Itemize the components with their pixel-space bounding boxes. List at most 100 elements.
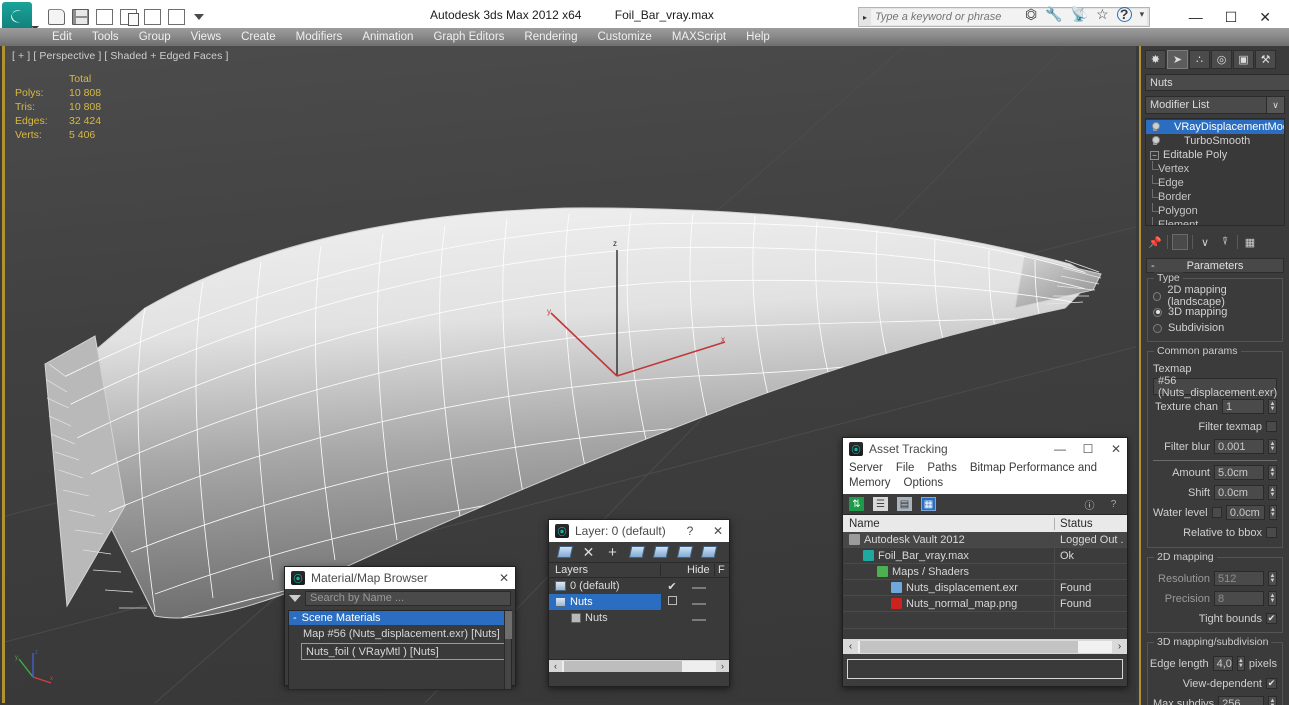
edge-length-spinner[interactable]: ▲ ▼ <box>1236 656 1245 671</box>
resolution-input[interactable]: 512 <box>1214 571 1264 586</box>
configure-modifier-sets-icon[interactable]: ▦ <box>1242 234 1258 250</box>
table-row[interactable]: Nuts <box>549 610 729 626</box>
scene-materials-group-header[interactable]: - Scene Materials <box>289 611 511 625</box>
show-end-result-icon[interactable] <box>1172 234 1188 250</box>
asset-grid[interactable]: Name Status Autodesk Vault 2012 Logged Ou… <box>843 514 1127 629</box>
table-row-selected[interactable]: Nuts <box>549 594 729 610</box>
help-icon[interactable]: ? <box>1116 7 1132 22</box>
texmap-button[interactable]: #56 (Nuts_displacement.exr) <box>1153 375 1277 399</box>
modifier-stack-item[interactable]: Vertex <box>1146 161 1284 176</box>
filter-blur-spinner[interactable]: ▲ ▼ <box>1268 439 1277 454</box>
hide-toggle[interactable] <box>683 612 715 624</box>
utilities-tab[interactable]: ⚒ <box>1255 50 1276 69</box>
material-list-scrollbar[interactable] <box>504 611 512 689</box>
chevron-down-icon[interactable]: ∨ <box>1266 97 1284 113</box>
chevron-down-icon[interactable] <box>289 594 301 602</box>
water-level-spinner[interactable]: ▲ ▼ <box>1268 505 1277 520</box>
menu-item-modifiers[interactable]: Modifiers <box>286 28 353 46</box>
material-browser-close-button[interactable]: ✕ <box>493 571 515 585</box>
scrollbar-thumb[interactable] <box>860 640 1078 653</box>
list-item[interactable]: Map #56 (Nuts_displacement.exr) [Nuts] <box>289 625 511 642</box>
binoculars-icon[interactable]: ⏣ <box>1025 6 1037 23</box>
layer-dialog-close-button[interactable]: ✕ <box>707 524 729 538</box>
modifier-stack-item[interactable]: Border <box>1146 189 1284 204</box>
asset-tracking-title-bar[interactable]: ⦿ Asset Tracking — ☐ ✕ <box>843 438 1127 460</box>
material-list[interactable]: - Scene Materials Map #56 (Nuts_displace… <box>288 610 512 690</box>
active-layer-check[interactable]: ✔ <box>661 580 683 593</box>
star-icon[interactable]: ☆ <box>1096 6 1109 23</box>
save-file-icon[interactable] <box>72 9 89 25</box>
quick-access-more-icon[interactable] <box>194 14 204 20</box>
water-level-checkbox[interactable] <box>1211 507 1222 518</box>
layer-horizontal-scrollbar[interactable]: ‹ › <box>549 659 729 672</box>
remove-modifier-icon[interactable]: ⍒ <box>1217 234 1233 250</box>
scrollbar-thumb[interactable] <box>564 660 682 672</box>
amount-spinner[interactable]: ▲ ▼ <box>1268 465 1277 480</box>
max-subdivs-input[interactable]: 256 <box>1218 696 1265 705</box>
menu-item-views[interactable]: Views <box>181 28 231 46</box>
lightbulb-icon[interactable] <box>1150 135 1160 147</box>
redo-icon[interactable] <box>168 9 185 25</box>
filter-blur-input[interactable]: 0.001 <box>1214 439 1264 454</box>
make-unique-icon[interactable]: ∨ <box>1197 234 1213 250</box>
list-view-icon[interactable]: ☰ <box>873 497 888 511</box>
water-level-input[interactable]: 0.0cm <box>1225 505 1265 520</box>
scroll-track[interactable] <box>858 640 1112 653</box>
view-dependent-checkbox[interactable]: ✔ <box>1266 678 1277 689</box>
layer-dialog-title-bar[interactable]: ⦿ Layer: 0 (default) ? ✕ <box>549 520 729 542</box>
grid-view-icon[interactable]: ▦ <box>921 497 936 511</box>
texture-channel-spinner[interactable]: ▲ ▼ <box>1268 399 1277 414</box>
menu-item-maxscript[interactable]: MAXScript <box>662 28 736 46</box>
hierarchy-tab[interactable]: ∴ <box>1189 50 1210 69</box>
delete-layer-icon[interactable]: ✕ <box>581 544 596 560</box>
asset-menu-paths[interactable]: Paths <box>927 462 956 474</box>
add-to-layer-icon[interactable]: + <box>605 544 620 561</box>
asset-tracking-dialog[interactable]: ⦿ Asset Tracking — ☐ ✕ Server File Paths Bi… <box>842 437 1128 687</box>
undo-icon[interactable] <box>144 9 161 25</box>
texture-channel-input[interactable]: 1 <box>1222 399 1264 414</box>
asset-menu-options[interactable]: Options <box>904 477 944 489</box>
shift-spinner[interactable]: ▲ ▼ <box>1268 485 1277 500</box>
asset-tracking-maximize-button[interactable]: ☐ <box>1077 442 1099 456</box>
list-item-selected[interactable]: Nuts_foil ( VRayMtl ) [Nuts] <box>301 643 509 660</box>
resolution-spinner[interactable]: ▲ ▼ <box>1268 571 1277 586</box>
menu-item-create[interactable]: Create <box>231 28 286 46</box>
tight-bounds-checkbox[interactable]: ✔ <box>1266 613 1277 624</box>
modifier-stack-item[interactable]: Element <box>1146 217 1284 225</box>
menu-item-tools[interactable]: Tools <box>82 28 129 46</box>
modifier-stack-item[interactable]: Edge <box>1146 175 1284 190</box>
asset-tracking-close-button[interactable]: ✕ <box>1105 442 1127 456</box>
modify-tab[interactable]: ➤ <box>1167 50 1188 69</box>
precision-input[interactable]: 8 <box>1214 591 1264 606</box>
radio-icon[interactable] <box>1153 323 1162 333</box>
modifier-stack-item[interactable]: TurboSmooth <box>1146 134 1284 148</box>
menu-item-edit[interactable]: Edit <box>42 28 82 46</box>
object-name-input[interactable] <box>1145 74 1289 91</box>
table-row[interactable]: Foil_Bar_vray.max Ok <box>843 547 1127 564</box>
radio-icon-selected[interactable] <box>1153 307 1162 317</box>
material-browser-title-bar[interactable]: ⦿ Material/Map Browser ✕ <box>285 567 515 589</box>
max-subdivs-spinner[interactable]: ▲▼ <box>1268 696 1277 705</box>
table-row[interactable]: Maps / Shaders <box>843 563 1127 580</box>
rollout-collapse-icon[interactable]: - <box>1151 260 1155 272</box>
open-file-icon[interactable] <box>48 9 65 25</box>
modifier-stack[interactable]: VRayDisplacementMod TurboSmooth − Editable … <box>1145 118 1285 226</box>
select-objects-in-layer-icon[interactable] <box>628 545 645 559</box>
scroll-left-button[interactable]: ‹ <box>843 641 858 652</box>
create-new-layer-icon[interactable] <box>556 545 573 559</box>
highlight-selected-objects-icon[interactable] <box>652 545 669 559</box>
asset-menu-bitmap[interactable]: Bitmap Performance and Memory <box>849 462 1097 489</box>
whats-this-icon[interactable]: ? <box>1106 497 1121 511</box>
asset-tracking-minimize-button[interactable]: — <box>1049 442 1071 456</box>
radio-icon[interactable] <box>1153 291 1162 301</box>
radio-subdivision[interactable]: Subdivision <box>1153 320 1277 336</box>
table-row[interactable]: Nuts_displacement.exr Found <box>843 579 1127 596</box>
close-button[interactable]: ✕ <box>1259 9 1271 26</box>
table-row[interactable]: Nuts_normal_map.png Found <box>843 595 1127 612</box>
relative-bbox-checkbox[interactable] <box>1266 527 1277 538</box>
material-search-input[interactable]: Search by Name ... <box>305 590 511 606</box>
layer-dialog[interactable]: ⦿ Layer: 0 (default) ? ✕ ✕ + Layers Hide… <box>548 519 730 687</box>
minimize-button[interactable]: — <box>1189 9 1203 25</box>
precision-spinner[interactable]: ▲ ▼ <box>1268 591 1277 606</box>
asset-menu-file[interactable]: File <box>896 462 915 474</box>
